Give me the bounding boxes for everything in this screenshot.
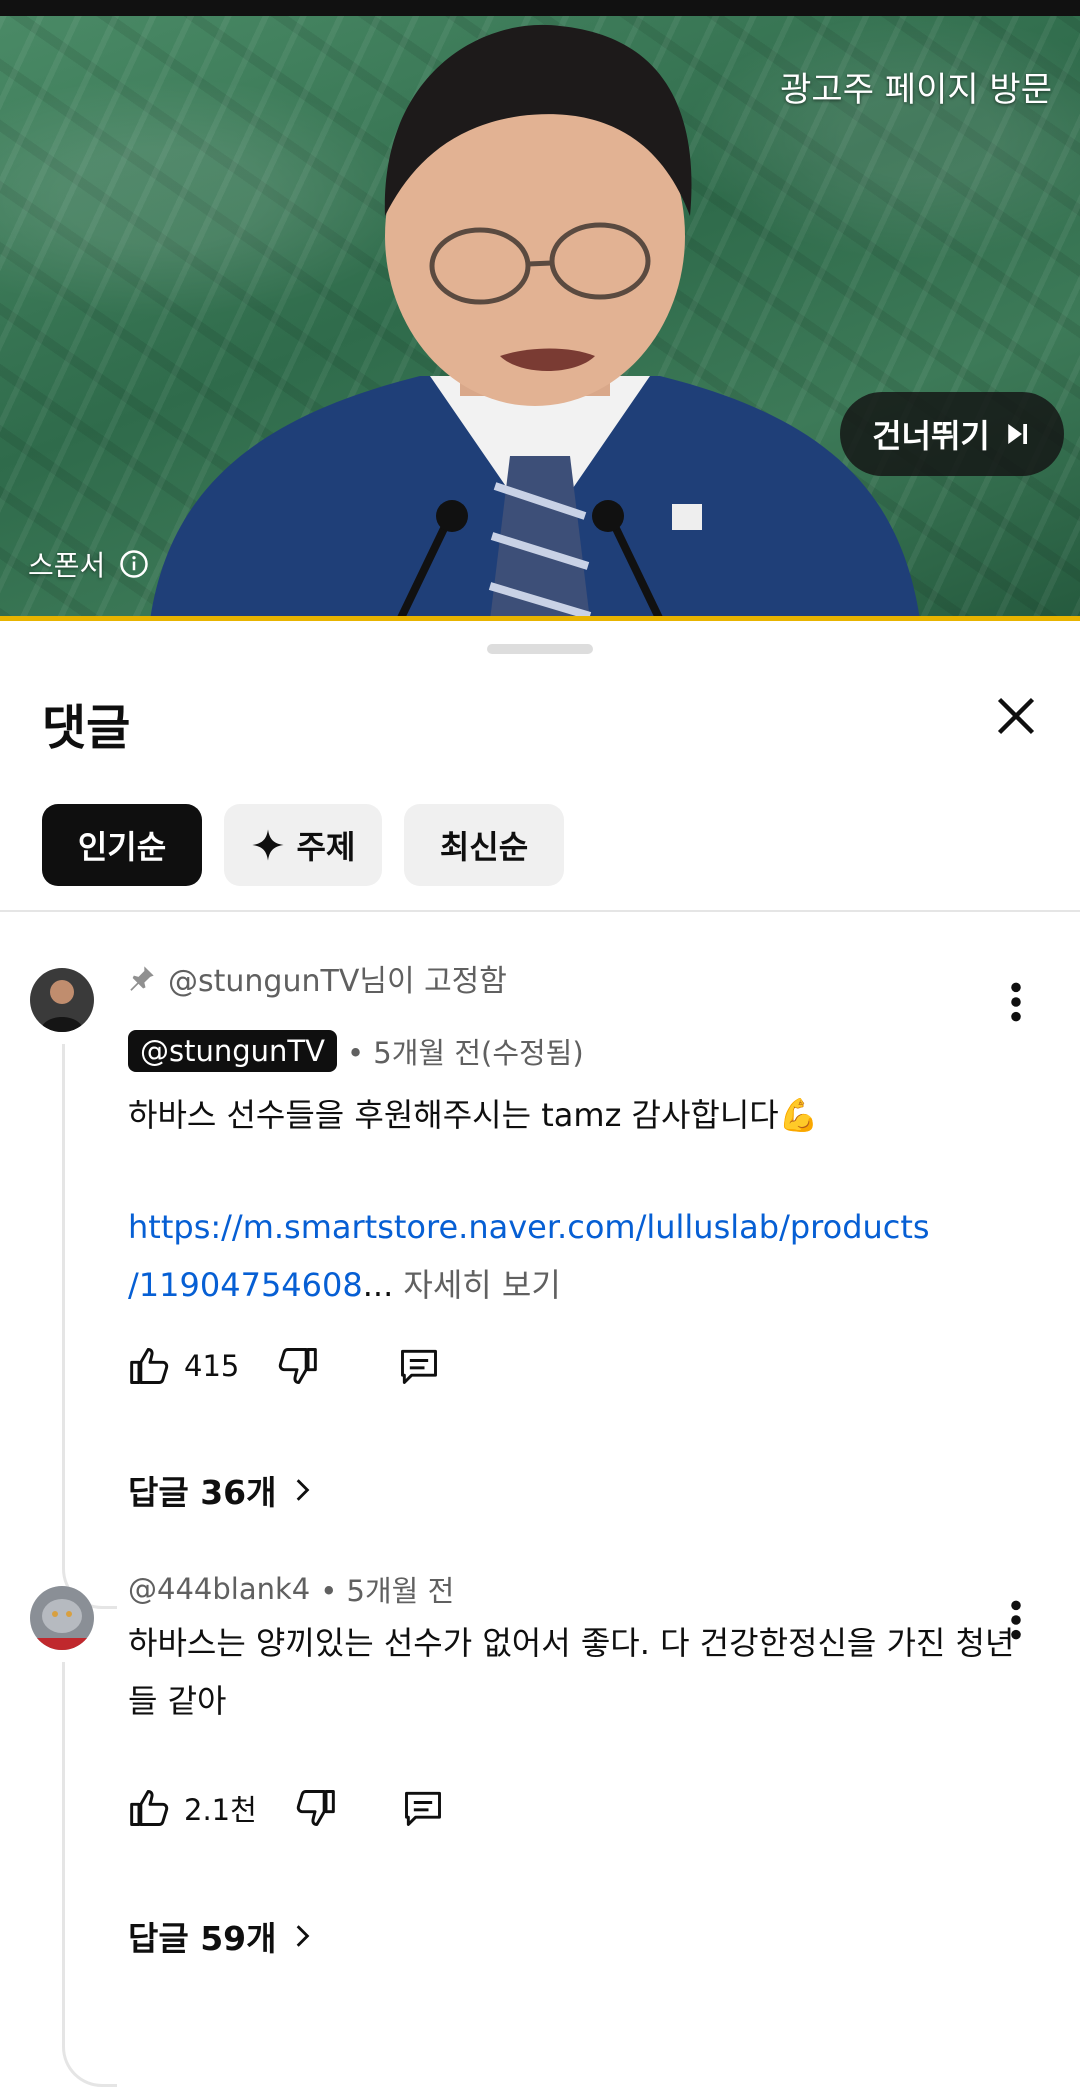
- sponsor-label: 스폰서: [28, 544, 149, 584]
- info-icon[interactable]: [119, 549, 149, 579]
- comment-meta: @stungunTV • 5개월 전(수정됨): [128, 1030, 584, 1072]
- comment-meta: @444blank4 • 5개월 전: [128, 1568, 454, 1610]
- reply-comment-icon[interactable]: [397, 1344, 441, 1388]
- close-icon[interactable]: [994, 694, 1038, 738]
- ellipsis: ...: [362, 1266, 394, 1304]
- avatar[interactable]: [30, 1586, 94, 1650]
- chevron-right-icon: [296, 1925, 309, 1947]
- sheet-title: 댓글: [42, 700, 131, 756]
- sort-chips: 인기순 주제 최신순: [42, 804, 564, 886]
- chip-newest-label: 최신순: [439, 828, 529, 866]
- view-replies-button[interactable]: 답글 59개: [128, 1912, 315, 1960]
- skip-next-icon: [1008, 424, 1027, 444]
- replies-label: 답글 36개: [128, 1473, 277, 1512]
- view-replies-button[interactable]: 답글 36개: [128, 1466, 315, 1514]
- visit-advertiser-link[interactable]: 광고주 페이지 방문: [780, 62, 1052, 111]
- comment-link[interactable]: https://m.smartstore.naver.com/lulluslab…: [128, 1198, 1008, 1256]
- thread-line: [62, 1662, 117, 2087]
- comment-actions: 415: [128, 1344, 441, 1388]
- comments-sheet: 댓글 인기순 주제 최신순 @stungunTV님이 고정함 @stungunT…: [0, 622, 1080, 2087]
- pin-icon: [130, 966, 154, 991]
- replies-label: 답글 59개: [128, 1919, 277, 1958]
- chip-topics[interactable]: 주제: [224, 804, 382, 886]
- comment-text: 하바스 선수들을 후원해주시는 tamz 감사합니다💪: [128, 1096, 819, 1134]
- comment-link-continued[interactable]: /11904754608: [128, 1266, 363, 1304]
- like-icon[interactable]: [128, 1344, 172, 1388]
- chip-popular-label: 인기순: [77, 828, 167, 866]
- comment-time: • 5개월 전: [320, 1574, 455, 1608]
- like-icon[interactable]: [128, 1786, 172, 1830]
- sponsor-text: 스폰서: [28, 549, 106, 582]
- more-options-icon[interactable]: [1002, 1598, 1030, 1642]
- avatar-image: [30, 968, 94, 1032]
- chip-topics-label: 주제: [296, 828, 356, 866]
- dislike-icon[interactable]: [275, 1344, 319, 1388]
- comment-time: • 5개월 전(수정됨): [346, 1036, 584, 1070]
- like-count: 415: [184, 1349, 240, 1383]
- divider: [0, 910, 1080, 912]
- comment-body: 하바스 선수들을 후원해주시는 tamz 감사합니다💪 https://m.sm…: [128, 1086, 1008, 1314]
- status-bar: [0, 0, 1080, 16]
- thread-line: [62, 1044, 117, 1609]
- author-handle-badge[interactable]: @stungunTV: [128, 1030, 337, 1072]
- reply-comment-icon[interactable]: [401, 1786, 445, 1830]
- comment-actions: 2.1천: [128, 1786, 445, 1830]
- read-more-link[interactable]: 자세히 보기: [403, 1266, 560, 1304]
- ad-video-player[interactable]: 광고주 페이지 방문 건너뛰기 스폰서: [0, 16, 1080, 620]
- author-handle[interactable]: @444blank4: [128, 1572, 310, 1606]
- skip-ad-label: 건너뛰기: [872, 417, 990, 455]
- ad-progress-bar: [0, 616, 1080, 621]
- more-options-icon[interactable]: [1002, 980, 1030, 1024]
- chevron-right-icon: [296, 1479, 309, 1501]
- pinned-indicator: @stungunTV님이 고정함: [128, 956, 507, 1000]
- avatar[interactable]: [30, 968, 94, 1032]
- comment-body: 하바스는 양끼있는 선수가 없어서 좋다. 다 건강한정신을 가진 청년들 같아: [128, 1624, 1015, 1720]
- chip-popular[interactable]: 인기순: [42, 804, 202, 886]
- avatar-image: [30, 1586, 94, 1650]
- like-count: 2.1천: [184, 1793, 257, 1827]
- sparkle-icon: [251, 829, 284, 861]
- chip-newest[interactable]: 최신순: [404, 804, 564, 886]
- dislike-icon[interactable]: [293, 1786, 337, 1830]
- pinned-text: @stungunTV님이 고정함: [168, 964, 507, 999]
- drag-handle[interactable]: [487, 644, 593, 654]
- skip-ad-button[interactable]: 건너뛰기: [840, 392, 1064, 476]
